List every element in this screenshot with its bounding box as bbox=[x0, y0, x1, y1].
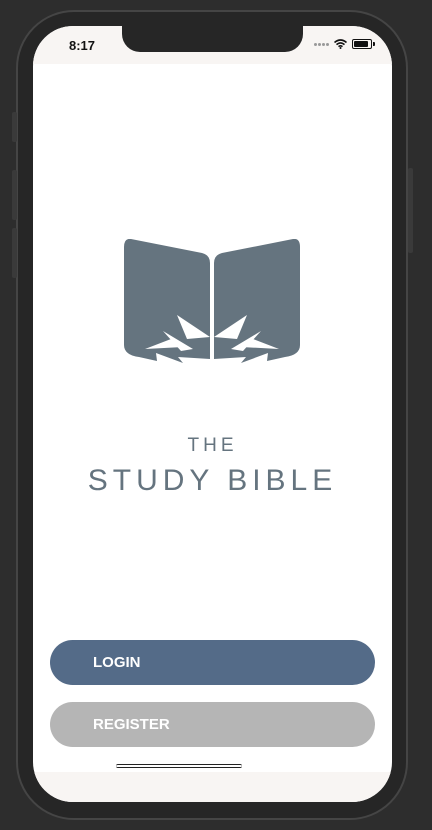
notch bbox=[122, 26, 303, 52]
app-screen: 8:17 THE STUDY BIBLE LOGIN REGISTER bbox=[33, 26, 392, 802]
login-button[interactable]: LOGIN bbox=[50, 640, 375, 685]
status-time: 8:17 bbox=[69, 38, 96, 53]
register-button[interactable]: REGISTER bbox=[50, 702, 375, 747]
register-button-label: REGISTER bbox=[93, 716, 170, 733]
battery-icon bbox=[352, 39, 375, 49]
power-button bbox=[408, 168, 413, 253]
status-icons bbox=[314, 39, 375, 49]
open-book-icon bbox=[124, 239, 300, 363]
brand-the-text: THE bbox=[187, 435, 238, 456]
home-indicator[interactable] bbox=[116, 764, 242, 768]
volume-down-button bbox=[12, 228, 17, 278]
login-button-label: LOGIN bbox=[93, 654, 141, 671]
volume-up-button bbox=[12, 170, 17, 220]
signal-icon bbox=[314, 42, 329, 46]
mute-switch bbox=[12, 112, 17, 142]
wifi-icon bbox=[334, 39, 347, 49]
brand-name-text: STUDY BIBLE bbox=[87, 464, 338, 497]
bottom-bar bbox=[33, 772, 392, 802]
status-bar: 8:17 bbox=[33, 26, 392, 64]
